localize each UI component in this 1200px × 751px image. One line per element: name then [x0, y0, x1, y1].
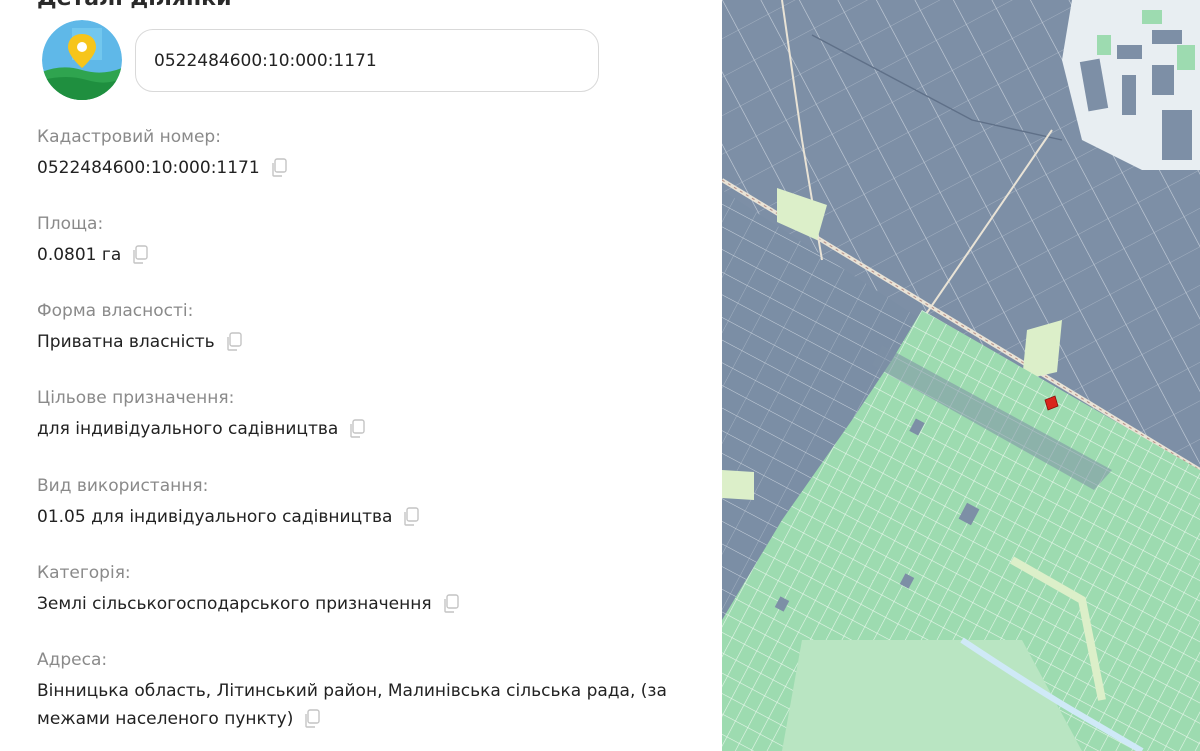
field-value: для індивідуального садівництва	[37, 415, 677, 443]
cadastral-search-input[interactable]	[136, 30, 598, 91]
cadastral-search-box[interactable]	[135, 29, 599, 92]
panel-title: Деталі ділянки	[37, 0, 232, 11]
map-pin-logo-icon	[42, 20, 122, 100]
field-label: Адреса:	[37, 650, 108, 670]
details-panel: Деталі ділянки Кадастровий номер: 052248…	[0, 0, 722, 751]
field-value: Приватна власність	[37, 328, 677, 356]
copy-icon[interactable]	[225, 332, 243, 352]
field-ownership: Форма власності: Приватна власність	[37, 299, 677, 356]
field-value: 01.05 для індивідуального садівництва	[37, 503, 677, 531]
copy-icon[interactable]	[348, 419, 366, 439]
copy-icon[interactable]	[442, 594, 460, 614]
copy-icon[interactable]	[270, 158, 288, 178]
field-value: 0522484600:10:000:1171	[37, 154, 677, 182]
field-label: Кадастровий номер:	[37, 127, 221, 147]
field-label: Вид використання:	[37, 476, 209, 496]
field-value: 0.0801 га	[37, 241, 677, 269]
field-label: Форма власності:	[37, 301, 194, 321]
copy-icon[interactable]	[131, 245, 149, 265]
field-label: Категорія:	[37, 563, 131, 583]
field-value: Вінницька область, Літинський район, Мал…	[37, 681, 667, 729]
copy-icon[interactable]	[402, 507, 420, 527]
field-area: Площа: 0.0801 га	[37, 212, 677, 269]
field-category: Категорія: Землі сільськогосподарського …	[37, 561, 677, 618]
field-label: Цільове призначення:	[37, 388, 235, 408]
field-value: Землі сільськогосподарського призначення	[37, 590, 677, 618]
field-usage-type: Вид використання: 01.05 для індивідуальн…	[37, 474, 677, 531]
cadastral-map[interactable]	[722, 0, 1200, 751]
field-purpose: Цільове призначення: для індивідуального…	[37, 386, 677, 443]
field-cadastral-number: Кадастровий номер: 0522484600:10:000:117…	[37, 125, 677, 182]
field-label: Площа:	[37, 214, 104, 234]
copy-icon[interactable]	[303, 709, 321, 729]
field-address: Адреса: Вінницька область, Літинський ра…	[37, 648, 677, 733]
